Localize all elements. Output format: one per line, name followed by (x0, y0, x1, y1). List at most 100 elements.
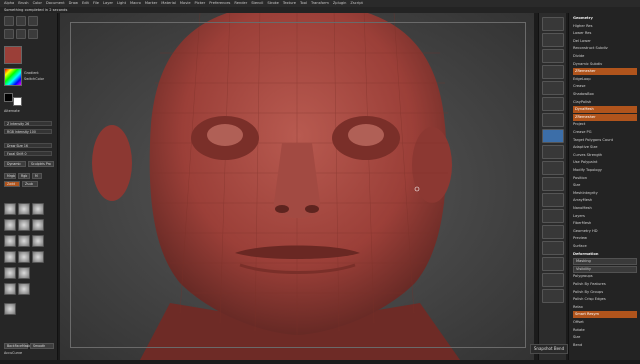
tray-row-meshintegrity[interactable]: MeshIntegrity (573, 190, 637, 197)
menu-item-render[interactable]: Render (234, 1, 247, 5)
actual-icon[interactable] (542, 49, 564, 63)
zoom-icon[interactable] (542, 33, 564, 47)
secondary-color[interactable] (13, 97, 22, 106)
persp-icon[interactable] (542, 81, 564, 95)
tray-row-reconstruct-subdiv[interactable]: Reconstruct Subdiv (573, 45, 637, 52)
tray-row-size[interactable]: Size (573, 182, 637, 189)
backface-mask-button[interactable]: BackFaceMask (4, 343, 30, 349)
brush-flatten-icon[interactable] (32, 235, 44, 247)
menu-item-zplugin[interactable]: Zplugin (333, 1, 347, 5)
edit-icon[interactable] (4, 29, 14, 39)
brush-dam-icon[interactable] (4, 219, 16, 231)
tray-row-smart-resym[interactable]: Smart Resym (573, 311, 637, 319)
move-icon[interactable] (542, 161, 564, 175)
floor-icon[interactable] (542, 97, 564, 111)
tray-row-nanomesh[interactable]: NanoMesh (573, 205, 637, 212)
tray-row-polish-by-groups[interactable]: Polish By Groups (573, 289, 637, 296)
local-icon[interactable] (542, 113, 564, 127)
rgb-button[interactable]: Rgb (18, 173, 30, 179)
tray-row-offset[interactable]: Offset (573, 319, 637, 326)
tray-row-size[interactable]: Size (573, 334, 637, 341)
aahalf-icon[interactable] (542, 65, 564, 79)
menu-item-macro[interactable]: Macro (130, 1, 141, 5)
tray-row-zremesher[interactable]: ZRemesher (573, 113, 637, 121)
tray-row-claypolish[interactable]: ClayPolish (573, 99, 637, 106)
m-button[interactable]: M (32, 173, 42, 179)
snapshot-bend-button[interactable]: Snapshot Bend (530, 344, 568, 354)
menu-item-edit[interactable]: Edit (82, 1, 89, 5)
zsub-button[interactable]: Zsub (22, 181, 38, 187)
brush-claytubes-icon[interactable] (18, 267, 30, 279)
color-picker[interactable] (4, 68, 22, 86)
menu-item-transform[interactable]: Transform (311, 1, 329, 5)
tray-row-polygroups[interactable]: Polygroups (573, 273, 637, 280)
tray-row-fibermesh[interactable]: FiberMesh (573, 220, 637, 227)
tray-row-higher-res[interactable]: Higher Res (573, 23, 637, 30)
tray-row-target-polygons-count[interactable]: Target Polygons Count (573, 137, 637, 144)
tray-row-deformation[interactable]: Deformation (573, 251, 637, 258)
tray-row-lower-res[interactable]: Lower Res (573, 30, 637, 37)
menu-item-stroke[interactable]: Stroke (267, 1, 278, 5)
lightbox-icon[interactable] (16, 16, 26, 26)
tray-row-shadowbox[interactable]: ShadowBox (573, 91, 637, 98)
move-mode-icon[interactable] (28, 29, 38, 39)
menu-item-material[interactable]: Material (161, 1, 176, 5)
switch-color-label[interactable]: SwitchColor (24, 77, 44, 81)
brush-curve-icon[interactable] (4, 283, 16, 295)
tray-row-use-polypaint[interactable]: Use Polypaint (573, 159, 637, 166)
brush-move-icon[interactable] (32, 203, 44, 215)
menu-item-picker[interactable]: Picker (195, 1, 206, 5)
tray-row-crease[interactable]: Crease (573, 83, 637, 90)
menu-item-brush[interactable]: Brush (18, 1, 28, 5)
draw-size-slider[interactable]: Draw Size 16 (4, 143, 52, 148)
tray-row-polish-by-features[interactable]: Polish By Features (573, 281, 637, 288)
projection-master-icon[interactable] (4, 16, 14, 26)
main-color[interactable] (4, 93, 13, 102)
ghost-icon[interactable] (542, 257, 564, 271)
tray-row-layers[interactable]: Layers (573, 213, 637, 220)
draw-icon[interactable] (16, 29, 26, 39)
menu-item-document[interactable]: Document (46, 1, 65, 5)
scale-icon[interactable] (542, 177, 564, 191)
tray-row-geometry-hd[interactable]: Geometry HD (573, 228, 637, 235)
focal-shift-slider[interactable]: Focal Shift 0 (4, 151, 52, 156)
tray-row-zremesher[interactable]: ZRemesher (573, 68, 637, 76)
menu-item-preferences[interactable]: Preferences (209, 1, 230, 5)
material-swatch[interactable] (4, 46, 22, 64)
tray-row-project[interactable]: Project (573, 121, 637, 128)
tray-row-geometry[interactable]: Geometry (573, 15, 637, 22)
menu-item-stencil[interactable]: Stencil (251, 1, 263, 5)
polyf-icon[interactable] (542, 225, 564, 239)
accucurve-label[interactable]: AccuCurve (4, 351, 22, 355)
brush-smooth-icon[interactable] (4, 235, 16, 247)
tray-row-polish-crisp-edges[interactable]: Polish Crisp Edges (573, 296, 637, 303)
menu-item-color[interactable]: Color (33, 1, 42, 5)
brush-snake-icon[interactable] (4, 251, 16, 263)
menu-item-draw[interactable]: Draw (69, 1, 78, 5)
tray-row-surface[interactable]: Surface (573, 243, 637, 250)
tray-row-bend[interactable]: Bend (573, 342, 637, 349)
brush-pinch-icon[interactable] (32, 219, 44, 231)
dynamic-button[interactable]: Dynamic (4, 161, 26, 167)
rgb-intensity-slider[interactable]: RGB Intensity 100 (4, 129, 52, 134)
menu-item-alpha[interactable]: Alpha (4, 1, 14, 5)
zadd-button[interactable]: Zadd (4, 181, 20, 187)
tray-row-curves-strength[interactable]: Curves Strength (573, 152, 637, 159)
tray-row-dynamesh[interactable]: DynaMesh (573, 106, 637, 114)
sculptris-pro-button[interactable]: Sculptris Pro (28, 161, 54, 167)
xyz-icon[interactable] (542, 129, 564, 143)
brush-mask-icon[interactable] (18, 251, 30, 263)
menu-item-texture[interactable]: Texture (283, 1, 296, 5)
tray-row-arraymesh[interactable]: ArrayMesh (573, 197, 637, 204)
menu-item-tool[interactable]: Tool (300, 1, 307, 5)
frame-icon[interactable] (542, 145, 564, 159)
tray-row-adaptive-size[interactable]: Adaptive Size (573, 144, 637, 151)
menu-item-zscript[interactable]: Zscript (350, 1, 362, 5)
menu-item-file[interactable]: File (93, 1, 99, 5)
tray-row-edgeloop[interactable]: EdgeLoop (573, 76, 637, 83)
scroll-icon[interactable] (542, 17, 564, 31)
brush-insert-icon[interactable] (4, 303, 16, 315)
brush-inflate-icon[interactable] (18, 219, 30, 231)
tray-row-visibility[interactable]: Visibility (573, 265, 637, 273)
smooth-button[interactable]: Smooth (30, 343, 54, 349)
